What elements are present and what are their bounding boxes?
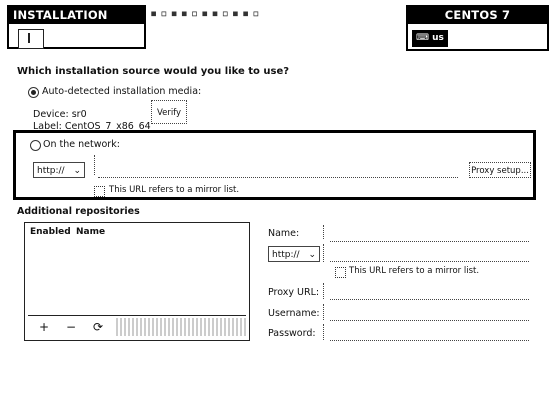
done-button[interactable] bbox=[18, 29, 44, 49]
repo-mirror-checkbox[interactable] bbox=[335, 267, 346, 278]
username-input[interactable] bbox=[330, 305, 529, 321]
minus-icon: − bbox=[65, 320, 77, 334]
reset-icon: ⟳ bbox=[92, 320, 104, 334]
column-enabled: Enabled bbox=[30, 227, 71, 237]
proxy-setup-button[interactable]: Proxy setup... bbox=[469, 162, 531, 178]
network-url-input[interactable] bbox=[98, 162, 458, 178]
keyboard-layout-indicator[interactable]: ⌨ us bbox=[412, 30, 448, 47]
chevron-down-icon: ⌄ bbox=[308, 250, 316, 260]
product-title: CENTOS 7 INSTALLATION bbox=[408, 7, 547, 39]
repos-toolbar: + − ⟳ bbox=[28, 315, 246, 338]
password-label: Password: bbox=[268, 328, 316, 339]
toolbar-filler bbox=[116, 318, 246, 336]
repo-url-input[interactable] bbox=[330, 246, 529, 262]
device-text: Device: sr0 bbox=[33, 109, 87, 120]
spoke-title-box: INSTALLATION SOURCE bbox=[7, 5, 146, 49]
source-question: Which installation source would you like… bbox=[17, 66, 290, 77]
network-source-box: On the network: http://⌄ Proxy setup... … bbox=[13, 130, 536, 200]
separator bbox=[323, 244, 325, 262]
network-label: On the network: bbox=[43, 139, 120, 150]
separator bbox=[323, 324, 325, 340]
keyboard-icon: ⌨ bbox=[416, 33, 433, 43]
network-protocol-select[interactable]: http:// ⌄ bbox=[33, 162, 85, 178]
auto-media-radio[interactable] bbox=[28, 87, 39, 98]
chevron-down-icon: ⌄ bbox=[73, 166, 81, 176]
product-box: CENTOS 7 INSTALLATION ⌨ us bbox=[406, 5, 549, 51]
verify-button[interactable]: Verify bbox=[151, 100, 187, 124]
done-button-glyph bbox=[28, 33, 30, 43]
repo-name-input[interactable] bbox=[330, 226, 529, 242]
repo-name-label: Name: bbox=[268, 228, 300, 239]
network-mirror-checkbox[interactable] bbox=[94, 186, 105, 197]
proxy-url-input[interactable] bbox=[330, 284, 529, 300]
repos-heading: Additional repositories bbox=[17, 206, 140, 217]
header-decoration: ▪▫▪▪▫▪▪▫▪▪▫ bbox=[150, 6, 263, 20]
username-label: Username: bbox=[268, 308, 320, 319]
proxy-url-label: Proxy URL: bbox=[268, 287, 320, 298]
keyboard-layout-label: us bbox=[432, 33, 444, 43]
network-mirror-label: This URL refers to a mirror list. bbox=[109, 185, 240, 195]
column-name: Name bbox=[76, 227, 106, 237]
separator bbox=[94, 155, 96, 175]
remove-repo-button[interactable]: − bbox=[61, 318, 81, 336]
plus-icon: + bbox=[38, 320, 50, 334]
separator bbox=[323, 283, 325, 299]
separator bbox=[323, 225, 325, 239]
auto-media-label: Auto-detected installation media: bbox=[42, 86, 202, 97]
separator bbox=[323, 304, 325, 320]
repo-protocol-select[interactable]: http:// ⌄ bbox=[268, 246, 320, 262]
network-protocol-value: http:// bbox=[37, 166, 65, 176]
repo-protocol-value: http:// bbox=[272, 250, 300, 260]
header-bar: INSTALLATION SOURCE ▪▫▪▪▫▪▪▫▪▪▫ CENTOS 7… bbox=[0, 0, 550, 51]
repo-mirror-label: This URL refers to a mirror list. bbox=[349, 266, 480, 276]
repos-table[interactable]: Enabled Name + − ⟳ bbox=[24, 222, 250, 341]
add-repo-button[interactable]: + bbox=[34, 318, 54, 336]
spoke-title: INSTALLATION SOURCE bbox=[9, 7, 144, 39]
network-radio[interactable] bbox=[30, 140, 41, 151]
reset-repos-button[interactable]: ⟳ bbox=[88, 318, 108, 336]
password-input[interactable] bbox=[330, 325, 529, 341]
